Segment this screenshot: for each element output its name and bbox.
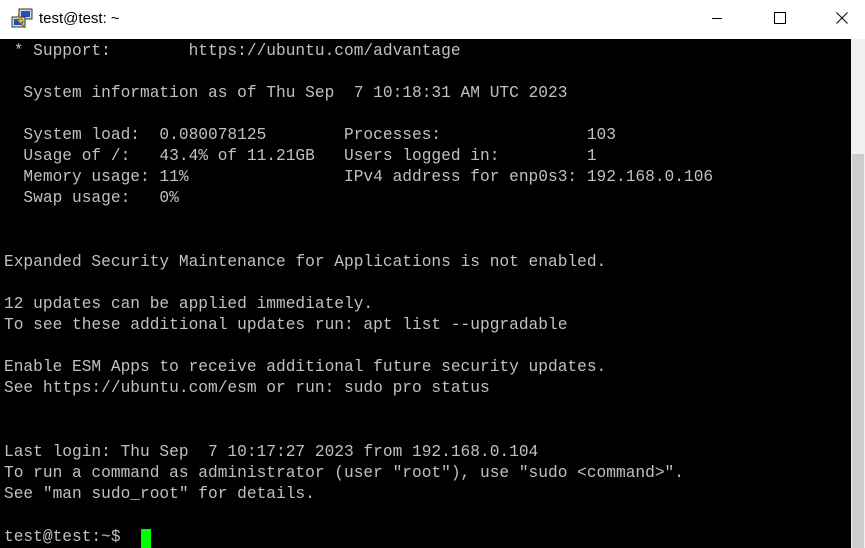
minimize-button[interactable] [694, 0, 740, 39]
shell-prompt: test@test:~$ [4, 528, 131, 546]
terminal-line: Expanded Security Maintenance for Applic… [4, 253, 607, 271]
terminal-window: test@test: ~ * Support: https://ubuntu.c… [0, 0, 865, 548]
close-button[interactable] [819, 0, 865, 39]
terminal-line: See "man sudo_root" for details. [4, 485, 315, 503]
minimize-icon [711, 11, 723, 29]
terminal-line: See https://ubuntu.com/esm or run: sudo … [4, 379, 490, 397]
terminal-line: Memory usage: 11% IPv4 address for enp0s… [4, 168, 714, 186]
putty-icon[interactable] [10, 8, 34, 30]
maximize-icon [774, 11, 786, 29]
window-title: test@test: ~ [39, 10, 120, 27]
terminal-line: To run a command as administrator (user … [4, 464, 684, 482]
terminal-line: 12 updates can be applied immediately. [4, 295, 374, 313]
terminal-output[interactable]: * Support: https://ubuntu.com/advantage … [0, 39, 851, 548]
terminal-line: * Support: https://ubuntu.com/advantage [4, 42, 461, 60]
scrollbar-thumb[interactable] [852, 154, 864, 548]
terminal-line: Enable ESM Apps to receive additional fu… [4, 358, 607, 376]
terminal-line: Last login: Thu Sep 7 10:17:27 2023 from… [4, 443, 539, 461]
terminal-line: Swap usage: 0% [4, 189, 179, 207]
terminal-cursor [141, 529, 151, 548]
close-icon [836, 11, 848, 29]
vertical-scrollbar[interactable] [851, 39, 865, 548]
maximize-button[interactable] [757, 0, 803, 39]
terminal-line: To see these additional updates run: apt… [4, 316, 568, 334]
terminal-line: System load: 0.080078125 Processes: 103 [4, 126, 616, 144]
terminal-line: Usage of /: 43.4% of 11.21GB Users logge… [4, 147, 597, 165]
terminal-line: System information as of Thu Sep 7 10:18… [4, 84, 568, 102]
title-bar[interactable]: test@test: ~ [0, 0, 865, 39]
